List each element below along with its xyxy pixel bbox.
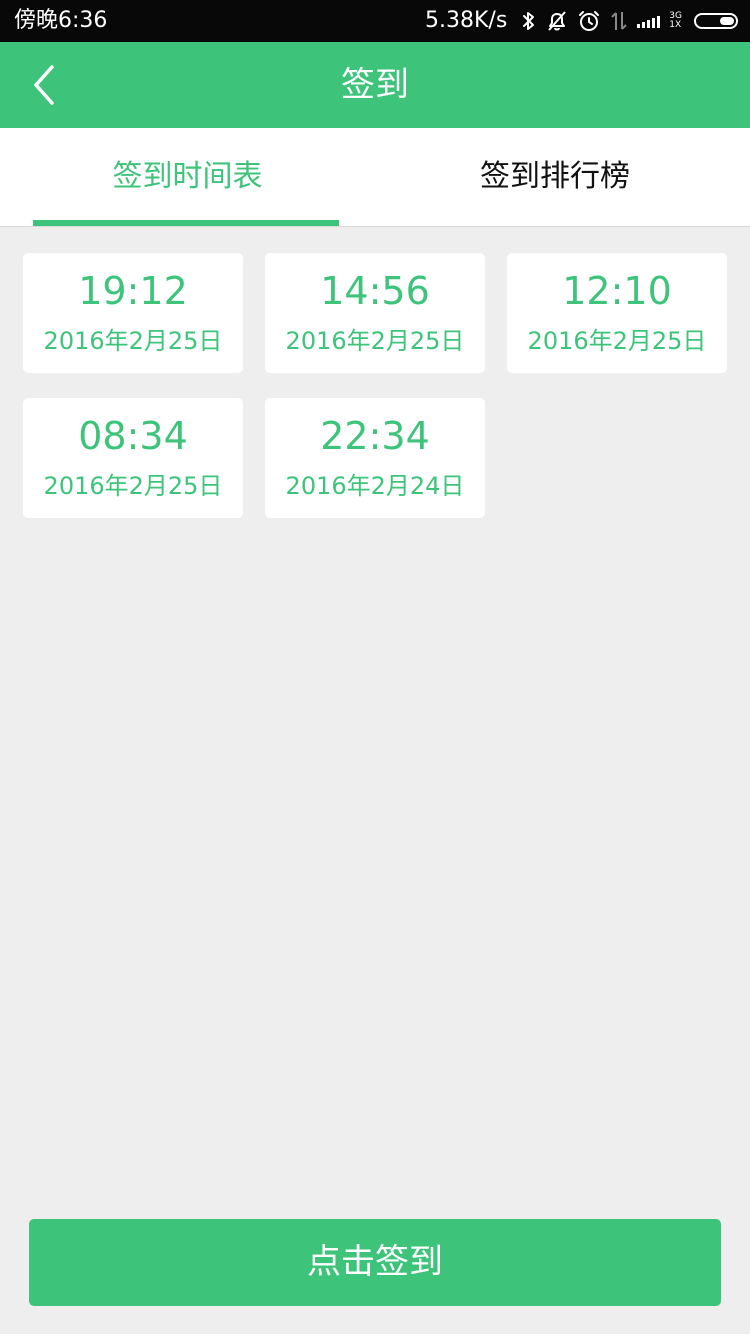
nav-bar: 签到 bbox=[0, 42, 750, 128]
bell-off-icon bbox=[545, 9, 569, 33]
network-type: 3G 1X bbox=[669, 11, 682, 30]
checkin-button[interactable]: 点击签到 bbox=[29, 1219, 721, 1306]
status-time: 傍晚6:36 bbox=[14, 8, 108, 33]
back-button[interactable] bbox=[20, 60, 70, 110]
network-speed: 5.38K/s bbox=[425, 8, 508, 33]
checkin-date: 2016年2月25日 bbox=[527, 327, 707, 355]
checkin-date: 2016年2月25日 bbox=[43, 472, 223, 500]
checkin-date: 2016年2月25日 bbox=[43, 327, 223, 355]
signal-icon bbox=[637, 14, 663, 28]
checkin-time: 22:34 bbox=[320, 414, 430, 458]
checkin-record-card: 08:34 2016年2月25日 bbox=[23, 398, 243, 518]
active-tab-indicator bbox=[33, 220, 339, 226]
status-bar: 傍晚6:36 5.38K/s 3G 1X bbox=[0, 0, 750, 42]
chevron-left-icon bbox=[34, 65, 54, 105]
data-transfer-icon bbox=[609, 10, 629, 32]
tab-checkin-ranking[interactable]: 签到排行榜 bbox=[375, 128, 735, 226]
checkin-record-card: 19:12 2016年2月25日 bbox=[23, 253, 243, 373]
checkin-record-card: 14:56 2016年2月25日 bbox=[265, 253, 485, 373]
alarm-icon bbox=[577, 9, 601, 33]
checkin-time: 08:34 bbox=[78, 414, 188, 458]
battery-icon bbox=[694, 13, 738, 29]
checkin-date: 2016年2月25日 bbox=[285, 327, 465, 355]
battery-level bbox=[720, 17, 734, 25]
status-icons: 5.38K/s 3G 1X bbox=[425, 6, 738, 36]
checkin-record-card: 12:10 2016年2月25日 bbox=[507, 253, 727, 373]
checkin-record-card: 22:34 2016年2月24日 bbox=[265, 398, 485, 518]
tab-checkin-schedule[interactable]: 签到时间表 bbox=[0, 128, 375, 226]
checkin-time: 19:12 bbox=[78, 269, 188, 313]
page-title: 签到 bbox=[341, 65, 409, 105]
checkin-date: 2016年2月24日 bbox=[285, 472, 465, 500]
checkin-time: 14:56 bbox=[320, 269, 430, 313]
checkin-time: 12:10 bbox=[562, 269, 672, 313]
tab-bar: 签到时间表 签到排行榜 bbox=[0, 128, 750, 227]
bluetooth-icon bbox=[521, 10, 537, 32]
